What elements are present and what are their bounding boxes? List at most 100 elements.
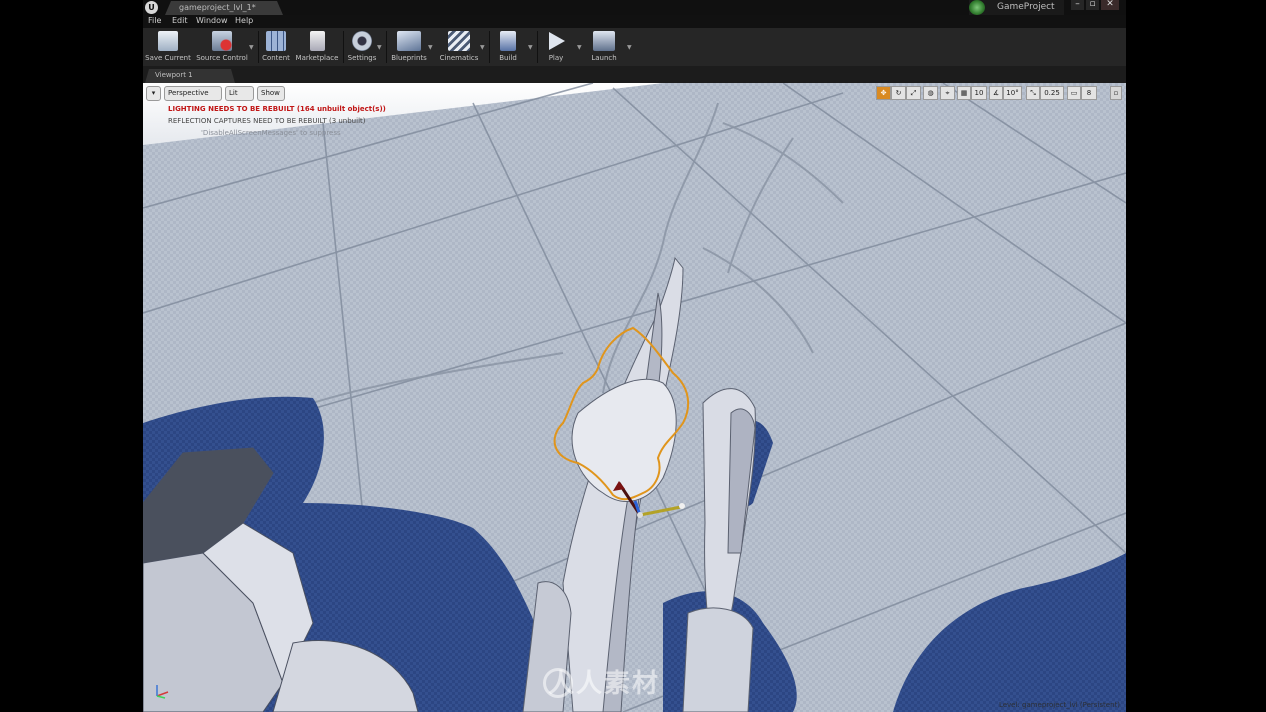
content-button[interactable]: Content <box>260 30 292 64</box>
settings-dropdown-icon[interactable]: ▼ <box>377 44 382 51</box>
grid-snap-value[interactable]: 10 <box>971 86 987 100</box>
blueprints-dropdown-icon[interactable]: ▼ <box>428 44 433 51</box>
rotate-mode-button[interactable]: ↻ <box>891 86 906 100</box>
project-badge: GameProject <box>969 0 1064 15</box>
blueprints-icon <box>397 31 421 51</box>
menu-bar: File Edit Window Help <box>143 15 1126 28</box>
save-current-button[interactable]: Save Current <box>145 30 191 64</box>
current-level-label: Level: gameproject_lvl (Persistent) <box>998 701 1120 709</box>
settings-label: Settings <box>347 54 377 62</box>
grid-icon: ▦ <box>960 89 968 97</box>
lit-label: Lit <box>229 89 238 97</box>
unreal-logo-icon: U <box>145 1 158 14</box>
rotate-icon: ↻ <box>895 89 902 97</box>
rotation-snap-toggle[interactable]: ∡ <box>989 86 1003 100</box>
build-button[interactable]: Build <box>492 30 524 64</box>
suppress-messages-hint: 'DisableAllScreenMessages' to suppress <box>201 129 341 137</box>
translate-mode-button[interactable]: ✥ <box>876 86 891 100</box>
menu-window[interactable]: Window <box>196 16 228 25</box>
perspective-button[interactable]: Perspective <box>164 86 222 101</box>
build-icon <box>500 31 516 51</box>
maximize-viewport-icon: ▫ <box>1113 89 1119 97</box>
minimize-button[interactable]: – <box>1071 0 1084 10</box>
camera-speed-value[interactable]: 8 <box>1081 86 1097 100</box>
source-control-button[interactable]: Source Control <box>194 30 250 64</box>
title-bar: U gameproject_lvl_1* GameProject – ▫ ✕ <box>143 0 1126 15</box>
save-icon <box>158 31 178 51</box>
settings-icon <box>352 31 372 51</box>
show-button[interactable]: Show <box>257 86 285 101</box>
cinematics-dropdown-icon[interactable]: ▼ <box>480 44 485 51</box>
blueprints-label: Blueprints <box>391 54 427 62</box>
save-current-label: Save Current <box>145 54 191 62</box>
viewport-tab-strip: Viewport 1 <box>143 66 1126 83</box>
scale-snap-toggle[interactable]: ⤡ <box>1026 86 1040 100</box>
settings-button[interactable]: Settings <box>345 30 379 64</box>
marketplace-icon <box>309 31 325 51</box>
toolbar-divider <box>489 31 490 63</box>
rotation-snap-value[interactable]: 10° <box>1003 86 1022 100</box>
viewport-options-icon: ▾ <box>151 89 156 97</box>
marketplace-button[interactable]: Marketplace <box>295 30 339 64</box>
unreal-editor-window: U gameproject_lvl_1* GameProject – ▫ ✕ F… <box>143 0 1126 712</box>
angle-icon: ∡ <box>992 89 1000 97</box>
tab-viewport-1[interactable]: Viewport 1 <box>145 69 235 83</box>
project-icon <box>969 0 985 15</box>
maximize-viewport-button[interactable]: ▫ <box>1110 86 1122 100</box>
scale-icon: ⤢ <box>910 89 917 97</box>
perspective-label: Perspective <box>168 89 209 97</box>
launch-button[interactable]: Launch <box>586 30 622 64</box>
toolbar-divider <box>343 31 344 63</box>
lighting-rebuild-warning: LIGHTING NEEDS TO BE REBUILT (164 unbuil… <box>168 105 386 113</box>
launch-dropdown-icon[interactable]: ▼ <box>627 44 632 51</box>
lit-button[interactable]: Lit <box>225 86 254 101</box>
blueprints-button[interactable]: Blueprints <box>388 30 430 64</box>
play-button[interactable]: Play <box>540 30 572 64</box>
source-control-dropdown-icon[interactable]: ▼ <box>249 44 254 51</box>
camera-speed-toggle[interactable]: ▭ <box>1067 86 1081 100</box>
source-control-icon <box>212 31 232 51</box>
launch-icon <box>593 31 615 51</box>
play-dropdown-icon[interactable]: ▼ <box>577 44 582 51</box>
build-dropdown-icon[interactable]: ▼ <box>528 44 533 51</box>
main-toolbar: Save Current Source Control ▼ Content Ma… <box>143 28 1126 67</box>
cinematics-icon <box>448 31 470 51</box>
grid-snap-toggle[interactable]: ▦ <box>957 86 971 100</box>
content-icon <box>266 31 286 51</box>
close-button[interactable]: ✕ <box>1101 0 1119 10</box>
maximize-button[interactable]: ▫ <box>1086 0 1099 10</box>
source-control-label: Source Control <box>196 54 248 62</box>
surface-snap-icon: ⌖ <box>945 89 950 97</box>
level-document-tab[interactable]: gameproject_lvl_1* <box>165 1 283 15</box>
menu-file[interactable]: File <box>148 16 161 25</box>
reflection-rebuild-warning: REFLECTION CAPTURES NEED TO BE REBUILT (… <box>168 117 366 125</box>
level-document-tab-label: gameproject_lvl_1* <box>179 3 256 12</box>
content-label: Content <box>262 54 290 62</box>
toolbar-divider <box>386 31 387 63</box>
camera-icon: ▭ <box>1070 89 1078 97</box>
show-label: Show <box>261 89 280 97</box>
launch-label: Launch <box>591 54 617 62</box>
surface-snap-button[interactable]: ⌖ <box>940 86 955 100</box>
axis-indicator-icon <box>156 685 169 699</box>
menu-help[interactable]: Help <box>235 16 253 25</box>
toolbar-divider <box>537 31 538 63</box>
viewport-options-button[interactable]: ▾ <box>146 86 161 101</box>
play-label: Play <box>548 54 564 62</box>
level-viewport[interactable]: ▾ Perspective Lit Show LIGHTING NEEDS TO… <box>143 83 1126 712</box>
cinematics-button[interactable]: Cinematics <box>437 30 481 64</box>
scene-render[interactable] <box>143 83 1126 712</box>
toolbar-divider <box>258 31 259 63</box>
cinematics-label: Cinematics <box>439 54 479 62</box>
scale-snap-icon: ⤡ <box>1030 89 1036 97</box>
project-name: GameProject <box>997 2 1055 12</box>
menu-edit[interactable]: Edit <box>172 16 188 25</box>
coordinate-space-button[interactable]: ◍ <box>923 86 938 100</box>
scale-mode-button[interactable]: ⤢ <box>906 86 921 100</box>
watermark-text: 人人素材 <box>548 669 661 699</box>
scale-snap-value[interactable]: 0.25 <box>1040 86 1064 100</box>
globe-icon: ◍ <box>927 89 934 97</box>
marketplace-label: Marketplace <box>295 54 339 62</box>
play-icon <box>549 32 565 50</box>
build-label: Build <box>499 54 517 62</box>
